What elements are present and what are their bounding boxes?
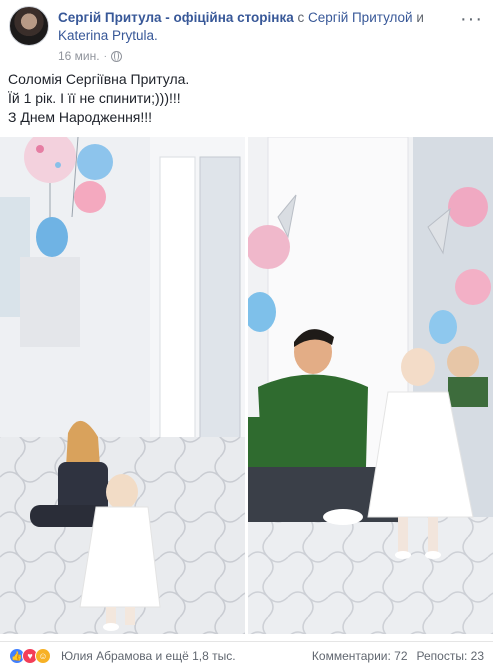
photo-grid xyxy=(0,137,493,634)
reaction-icons[interactable]: 👍 ♥ ☺ xyxy=(9,648,51,664)
with-word: с xyxy=(297,10,305,25)
author-line: Сергій Притула - офіційна сторінка с Сер… xyxy=(58,9,458,45)
more-options-icon[interactable]: ··· xyxy=(460,8,483,31)
comments-count[interactable]: Комментарии: 72 xyxy=(312,649,408,663)
avatar[interactable] xyxy=(9,6,49,46)
post-text: Соломія Сергіївна Притула. Їй 1 рік. І ї… xyxy=(8,70,478,127)
reactors-text[interactable]: Юлия Абрамова и ещё 1,8 тыс. xyxy=(61,649,236,663)
shares-count[interactable]: Репосты: 23 xyxy=(417,649,484,663)
post-meta: 16 мин. · xyxy=(58,49,122,63)
globe-icon xyxy=(110,50,122,62)
reactions-bar: 👍 ♥ ☺ Юлия Абрамова и ещё 1,8 тыс. Комме… xyxy=(0,641,493,668)
and-word: и xyxy=(416,10,424,25)
tagged-user-2[interactable]: Katerina Prytula. xyxy=(58,28,158,43)
meta-separator: · xyxy=(103,50,107,62)
author-link[interactable]: Сергій Притула - офіційна сторінка xyxy=(58,10,294,25)
haha-icon: ☺ xyxy=(35,648,51,664)
post-text-line: Їй 1 рік. І її не спинити;)))!!! xyxy=(8,90,181,106)
post-text-line: З Днем Народження!!! xyxy=(8,109,153,125)
engagement-counts: Комментарии: 72 Репосты: 23 xyxy=(312,649,484,663)
post-time[interactable]: 16 мин. xyxy=(58,49,100,63)
post-header: Сергій Притула - офіційна сторінка с Сер… xyxy=(9,6,489,63)
post-text-line: Соломія Сергіївна Притула. xyxy=(8,71,190,87)
photo-father-and-daughter[interactable] xyxy=(248,137,493,634)
photo-mother-and-daughter[interactable] xyxy=(0,137,245,634)
tagged-user-1[interactable]: Сергій Притулой xyxy=(308,10,413,25)
